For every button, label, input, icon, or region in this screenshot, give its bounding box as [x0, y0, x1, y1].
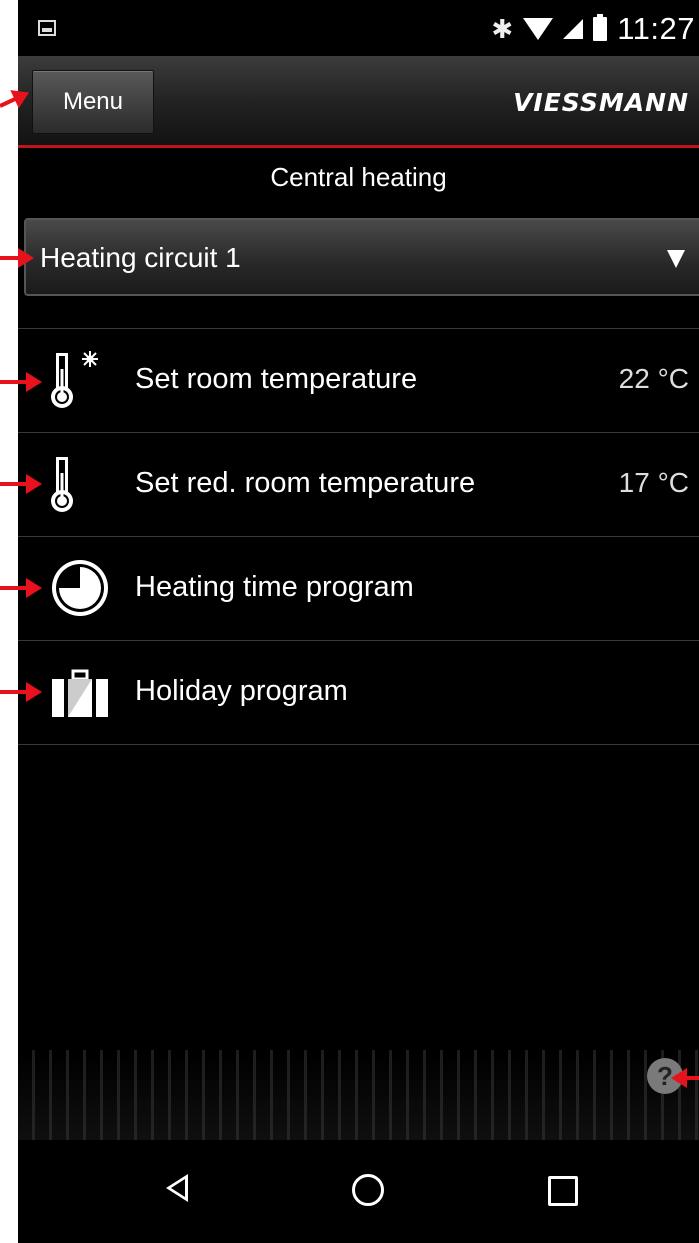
item-label: Set red. room temperature	[135, 467, 476, 499]
thermometer-sun-icon	[51, 351, 98, 408]
status-time: 11:27	[617, 11, 695, 46]
list-item-set-room-temperature[interactable]: Set room temperature 22 °C	[18, 329, 699, 433]
selected-circuit: Heating circuit 1	[40, 242, 241, 273]
annotation-arrow-menu	[0, 96, 18, 108]
annotation-arrow-time-program	[0, 578, 42, 598]
viessmann-logo: VIESSMANN	[513, 88, 689, 117]
annotation-arrow-dropdown	[0, 248, 34, 268]
dropdown-arrow-icon	[667, 250, 685, 268]
status-bar: ✱ 11:27	[18, 0, 699, 56]
android-nav-bar	[18, 1140, 699, 1243]
cell-signal-icon	[563, 19, 584, 39]
item-label: Set room temperature	[135, 363, 418, 395]
settings-list: Set room temperature 22 °C Set red. room…	[18, 328, 699, 745]
annotation-arrow-room-temp	[0, 372, 42, 392]
image-notification-icon	[38, 20, 56, 36]
list-item-set-reduced-room-temperature[interactable]: Set red. room temperature 17 °C	[18, 433, 699, 537]
accent-divider	[18, 145, 699, 148]
suitcase-icon	[52, 669, 108, 717]
app-bar: Menu VIESSMANN	[18, 56, 699, 148]
wifi-icon	[523, 18, 554, 40]
thermometer-moon-icon	[51, 455, 93, 512]
annotation-arrow-help	[671, 1068, 699, 1088]
page-title: Central heating	[270, 162, 447, 192]
bluetooth-icon: ✱	[491, 14, 514, 44]
item-label: Heating time program	[135, 571, 414, 603]
annotation-arrow-holiday	[0, 682, 42, 702]
list-item-heating-time-program[interactable]: Heating time program	[18, 537, 699, 641]
heating-circuit-select[interactable]: Heating circuit 1	[24, 218, 699, 296]
item-label: Holiday program	[135, 675, 348, 707]
item-value: 22 °C	[618, 363, 689, 394]
menu-button[interactable]: Menu	[32, 70, 154, 134]
back-icon[interactable]	[166, 1174, 188, 1202]
phone-screen: ✱ 11:27 Menu VIESSMANN Central heating H…	[18, 0, 699, 1243]
annotation-arrow-reduced-temp	[0, 474, 42, 494]
battery-icon	[593, 14, 608, 41]
recent-apps-icon[interactable]	[548, 1176, 578, 1206]
home-icon[interactable]	[352, 1174, 384, 1206]
list-item-holiday-program[interactable]: Holiday program	[18, 641, 699, 745]
status-icons: ✱ 11:27	[491, 11, 695, 46]
decorative-floor-pattern	[18, 1050, 699, 1140]
item-value: 17 °C	[618, 467, 689, 498]
clock-pie-icon	[52, 560, 108, 616]
